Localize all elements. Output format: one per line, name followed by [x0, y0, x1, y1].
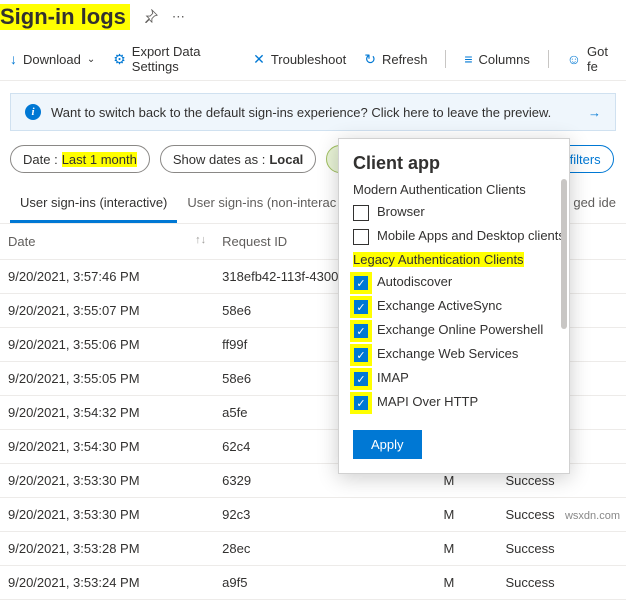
filter-showdates-value: Local — [269, 152, 303, 167]
refresh-button[interactable]: ↻ Refresh — [364, 51, 427, 68]
info-bar[interactable]: i Want to switch back to the default sig… — [10, 93, 616, 131]
checkbox-checked[interactable] — [353, 395, 369, 411]
page-header: Sign-in logs ⋯ — [0, 0, 626, 38]
option-browser[interactable]: Browser — [353, 204, 565, 221]
toolbar: ↓ Download ⌄ ⚙ Export Data Settings ✕ Tr… — [0, 38, 626, 81]
cell-request-id: 28ec — [214, 532, 435, 566]
option-eas[interactable]: Exchange ActiveSync — [353, 298, 565, 315]
tab-interactive[interactable]: User sign-ins (interactive) — [10, 187, 177, 223]
export-button[interactable]: ⚙ Export Data Settings — [113, 44, 235, 74]
download-icon: ↓ — [10, 51, 17, 67]
cell-date: 9/20/2021, 3:55:07 PM — [0, 294, 214, 328]
apply-button[interactable]: Apply — [353, 430, 422, 459]
client-app-popup: Client app Modern Authentication Clients… — [338, 138, 570, 474]
option-mobile[interactable]: Mobile Apps and Desktop clients — [353, 228, 565, 245]
table-row[interactable]: 9/20/2021, 3:53:28 PM 28ec M Success — [0, 532, 626, 566]
option-label: Mobile Apps and Desktop clients — [377, 228, 565, 243]
cell-date: 9/20/2021, 3:55:06 PM — [0, 328, 214, 362]
info-icon: i — [25, 104, 41, 120]
page-title: Sign-in logs — [0, 4, 130, 30]
refresh-label: Refresh — [382, 52, 428, 67]
popup-title: Client app — [353, 153, 565, 174]
troubleshoot-label: Troubleshoot — [271, 52, 346, 67]
gear-icon: ⚙ — [113, 51, 126, 68]
refresh-icon: ↻ — [364, 51, 376, 68]
cell-user: M — [435, 532, 497, 566]
cell-date: 9/20/2021, 3:54:32 PM — [0, 396, 214, 430]
option-mapi[interactable]: MAPI Over HTTP — [353, 394, 565, 411]
cell-user: M — [435, 566, 497, 600]
cell-request-id: a9f5 — [214, 566, 435, 600]
option-label: Exchange Online Powershell — [377, 322, 543, 337]
columns-button[interactable]: ≡ Columns — [464, 51, 529, 67]
section-modern: Modern Authentication Clients — [353, 182, 565, 197]
cell-date: 9/20/2021, 3:53:24 PM — [0, 566, 214, 600]
info-text: Want to switch back to the default sign-… — [51, 105, 551, 120]
scrollbar[interactable] — [561, 179, 567, 329]
columns-icon: ≡ — [464, 51, 472, 67]
pin-icon[interactable] — [144, 9, 158, 26]
table-row[interactable]: 9/20/2021, 3:53:30 PM 92c3 M Success — [0, 498, 626, 532]
wrench-icon: ✕ — [253, 51, 265, 68]
option-label: Browser — [377, 204, 425, 219]
checkbox-unchecked[interactable] — [353, 205, 369, 221]
option-ews[interactable]: Exchange Web Services — [353, 346, 565, 363]
feedback-label: Got fe — [587, 44, 616, 74]
cell-status: Success — [497, 566, 626, 600]
divider — [445, 50, 446, 68]
feedback-button[interactable]: ☺ Got fe — [567, 44, 616, 74]
columns-label: Columns — [479, 52, 530, 67]
cell-date: 9/20/2021, 3:53:28 PM — [0, 532, 214, 566]
cell-date: 9/20/2021, 3:54:30 PM — [0, 430, 214, 464]
filter-showdates-label: Show dates as : — [173, 152, 266, 167]
cell-user: M — [435, 498, 497, 532]
cell-date: 9/20/2021, 3:53:30 PM — [0, 464, 214, 498]
col-date[interactable]: Date↑↓ — [0, 224, 214, 260]
option-label: Exchange ActiveSync — [377, 298, 502, 313]
option-eps[interactable]: Exchange Online Powershell — [353, 322, 565, 339]
table-row[interactable]: 9/20/2021, 3:53:24 PM a9f5 M Success — [0, 566, 626, 600]
download-button[interactable]: ↓ Download ⌄ — [10, 51, 95, 67]
option-autodiscover[interactable]: Autodiscover — [353, 274, 565, 291]
checkbox-checked[interactable] — [353, 275, 369, 291]
arrow-right-icon: → — [588, 105, 601, 120]
cell-date: 9/20/2021, 3:57:46 PM — [0, 260, 214, 294]
feedback-icon: ☺ — [567, 51, 581, 67]
checkbox-checked[interactable] — [353, 323, 369, 339]
checkbox-checked[interactable] — [353, 371, 369, 387]
cell-date: 9/20/2021, 3:55:05 PM — [0, 362, 214, 396]
checkbox-checked[interactable] — [353, 347, 369, 363]
option-label: Autodiscover — [377, 274, 452, 289]
cell-status: Success — [497, 532, 626, 566]
download-label: Download — [23, 52, 81, 67]
checkbox-checked[interactable] — [353, 299, 369, 315]
filter-date[interactable]: Date : Last 1 month — [10, 145, 150, 173]
chevron-down-icon: ⌄ — [87, 54, 95, 65]
section-legacy: Legacy Authentication Clients — [353, 252, 524, 267]
option-label: IMAP — [377, 370, 409, 385]
troubleshoot-button[interactable]: ✕ Troubleshoot — [253, 51, 346, 68]
more-icon[interactable]: ⋯ — [172, 9, 185, 25]
export-label: Export Data Settings — [132, 44, 235, 74]
option-label: Exchange Web Services — [377, 346, 518, 361]
filter-date-value: Last 1 month — [62, 152, 137, 167]
checkbox-unchecked[interactable] — [353, 229, 369, 245]
option-imap[interactable]: IMAP — [353, 370, 565, 387]
tab-right[interactable]: ged ide — [563, 187, 616, 223]
filter-date-label: Date : — [23, 152, 58, 167]
watermark: wsxdn.com — [565, 510, 620, 522]
sort-icon: ↑↓ — [195, 234, 206, 246]
option-label: MAPI Over HTTP — [377, 394, 478, 409]
cell-request-id: 92c3 — [214, 498, 435, 532]
cell-date: 9/20/2021, 3:53:30 PM — [0, 498, 214, 532]
divider — [548, 50, 549, 68]
tab-noninteractive[interactable]: User sign-ins (non-interac — [177, 187, 346, 223]
filter-show-dates[interactable]: Show dates as : Local — [160, 145, 316, 173]
